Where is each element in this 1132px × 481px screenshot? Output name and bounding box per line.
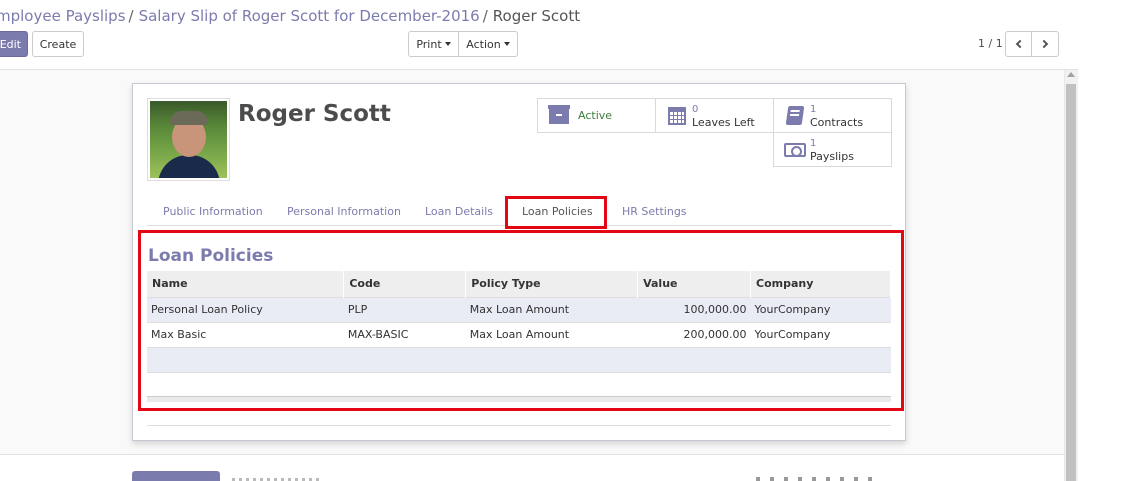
create-button[interactable]: Create xyxy=(32,31,84,57)
payslips-count: 1 xyxy=(810,138,817,149)
cell-company: YourCompany xyxy=(750,296,891,322)
leaves-left-button[interactable]: 0 Leaves Left xyxy=(655,98,774,133)
table-footer xyxy=(147,396,891,402)
employee-avatar[interactable] xyxy=(147,98,230,181)
active-toggle-button[interactable]: Active xyxy=(537,98,656,133)
tab-public-information[interactable]: Public Information xyxy=(163,205,263,218)
book-icon xyxy=(780,106,810,125)
page-right-margin xyxy=(1078,0,1132,481)
avatar-photo xyxy=(150,101,227,178)
print-label: Print xyxy=(416,37,442,51)
leaves-count: 0 xyxy=(692,104,699,115)
avatar-cap xyxy=(170,111,208,125)
breadcrumb-separator: / xyxy=(128,7,134,25)
sheet-divider xyxy=(147,425,891,426)
scrollbar-thumb[interactable] xyxy=(1066,84,1076,481)
breadcrumb-salary-slip[interactable]: Salary Slip of Roger Scott for December-… xyxy=(139,7,480,25)
cell-company: YourCompany xyxy=(750,321,891,347)
tab-personal-information[interactable]: Personal Information xyxy=(287,205,401,218)
chevron-left-icon xyxy=(1015,39,1025,49)
create-button-label: Create xyxy=(39,37,77,51)
action-label: Action xyxy=(466,37,501,51)
breadcrumb-employee-payslips[interactable]: mployee Payslips xyxy=(0,7,126,25)
tab-hr-settings[interactable]: HR Settings xyxy=(622,205,687,218)
table-header-row: Name Code Policy Type Value Company xyxy=(147,271,891,297)
cell-name: Personal Loan Policy xyxy=(147,296,344,322)
contracts-count: 1 xyxy=(810,104,817,115)
caret-down-icon xyxy=(503,42,510,46)
calendar-icon xyxy=(662,106,692,125)
column-header-policy-type[interactable]: Policy Type xyxy=(465,271,639,297)
payslips-button[interactable]: 1 Payslips xyxy=(773,132,892,167)
pager-value[interactable]: 1 / 1 xyxy=(978,37,1003,50)
new-message-button[interactable] xyxy=(132,471,220,481)
caret-down-icon xyxy=(444,42,451,46)
chevron-right-icon xyxy=(1039,39,1048,49)
cell-code: MAX-BASIC xyxy=(343,321,466,347)
employee-name: Roger Scott xyxy=(238,101,391,127)
section-title: Loan Policies xyxy=(148,246,274,266)
cell-policy-type: Max Loan Amount xyxy=(465,296,638,322)
column-header-company[interactable]: Company xyxy=(750,271,891,297)
print-dropdown[interactable]: Print xyxy=(408,31,459,57)
pager-next-button[interactable] xyxy=(1031,31,1059,57)
active-label: Active xyxy=(578,109,613,122)
table-row[interactable]: Personal Loan Policy PLP Max Loan Amount… xyxy=(147,296,891,322)
scroll-up-arrow-icon[interactable] xyxy=(1067,72,1075,77)
tab-loan-policies-label: Loan Policies xyxy=(522,205,593,218)
contracts-label: Contracts xyxy=(810,116,864,129)
breadcrumb: mployee Payslips / Salary Slip of Roger Sc… xyxy=(0,7,580,25)
form-sheet: Roger Scott Active 0 Leaves Left 1 Contrac… xyxy=(132,83,906,441)
archive-icon xyxy=(544,104,574,124)
pager-previous-button[interactable] xyxy=(1005,31,1032,57)
column-header-value[interactable]: Value xyxy=(637,271,752,297)
loan-policies-table: Name Code Policy Type Value Company Pers… xyxy=(147,271,891,373)
action-dropdown[interactable]: Action xyxy=(458,31,518,57)
avatar-shirt xyxy=(158,155,220,178)
chatter-followers[interactable] xyxy=(756,477,876,481)
control-panel: mployee Payslips / Salary Slip of Roger Sc… xyxy=(0,0,1078,70)
breadcrumb-separator: / xyxy=(482,7,488,25)
tab-loan-details[interactable]: Loan Details xyxy=(425,205,493,218)
edit-button-label: Edit xyxy=(0,37,21,51)
breadcrumb-current: Roger Scott xyxy=(492,7,581,25)
column-header-code[interactable]: Code xyxy=(343,271,467,297)
payslips-label: Payslips xyxy=(810,150,854,163)
cell-value: 100,000.00 xyxy=(637,296,751,322)
leaves-label: Leaves Left xyxy=(692,116,755,129)
table-row[interactable]: Max Basic MAX-BASIC Max Loan Amount 200,… xyxy=(147,321,891,347)
tab-loan-policies[interactable]: Loan Policies xyxy=(505,196,607,229)
cell-value: 200,000.00 xyxy=(637,321,751,347)
edit-button[interactable]: Edit xyxy=(0,31,28,57)
money-icon xyxy=(780,142,810,157)
cell-name: Max Basic xyxy=(147,321,344,347)
cell-policy-type: Max Loan Amount xyxy=(465,321,638,347)
cell-code: PLP xyxy=(343,296,466,322)
empty-row xyxy=(147,346,891,373)
contracts-button[interactable]: 1 Contracts xyxy=(773,98,892,133)
column-header-name[interactable]: Name xyxy=(147,271,345,297)
